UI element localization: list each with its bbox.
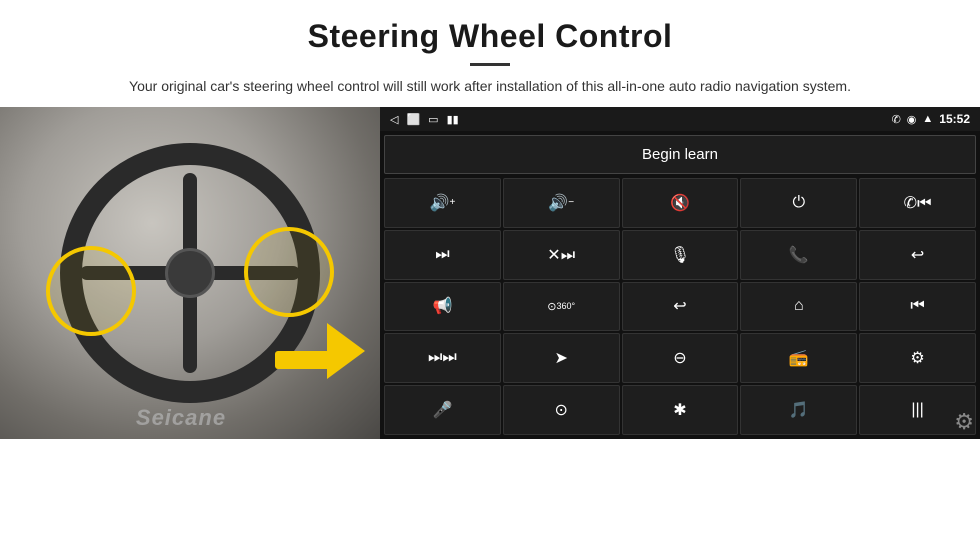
button-group-left-highlight: [46, 246, 136, 336]
arrow-body: [275, 351, 335, 369]
prev-track-button[interactable]: ⏮: [859, 282, 976, 332]
home-button[interactable]: ⌂: [740, 282, 857, 332]
equalizer-button[interactable]: ⚙: [859, 333, 976, 383]
nav-button[interactable]: ➤: [503, 333, 620, 383]
phone-status-icon: ✆: [892, 113, 901, 126]
arrow-head: [327, 323, 365, 379]
vol-down-button[interactable]: 🔊−: [503, 178, 620, 228]
sw-center-hub: [165, 248, 215, 298]
title-divider: [470, 63, 510, 66]
steering-wheel-image: Seicane: [0, 107, 380, 439]
camera-button[interactable]: ⊙: [503, 385, 620, 435]
subtitle: Your original car's steering wheel contr…: [80, 76, 900, 97]
signal-indicator: ▮▮: [447, 113, 459, 126]
bluetooth-button[interactable]: ✱: [622, 385, 739, 435]
grid-row-5: 🎤 ⊙ ✱ 🎵 |||: [384, 385, 976, 435]
screen-content-area: Begin learn 🔊+ 🔊− 🔇 ⏻ ✆⏮ ⏭ ✕⏭ 🎙: [380, 131, 980, 439]
grid-row-4: ⏭⏭ ➤ ⊖ 📻 ⚙: [384, 333, 976, 383]
voice-button[interactable]: 🎤: [384, 385, 501, 435]
header-section: Steering Wheel Control Your original car…: [0, 0, 980, 107]
skip-fwd-button[interactable]: ✕⏭: [503, 230, 620, 280]
power-button[interactable]: ⏻: [740, 178, 857, 228]
call-button[interactable]: 📞: [740, 230, 857, 280]
page-wrapper: Steering Wheel Control Your original car…: [0, 0, 980, 548]
status-bar: ◁ ⬜ ▭ ▮▮ ✆ ◉ ▲ 15:52: [380, 107, 980, 131]
direction-arrow: [275, 324, 365, 379]
grid-row-3: 📢 ⊙360° ↩ ⌂ ⏮: [384, 282, 976, 332]
page-title: Steering Wheel Control: [40, 18, 940, 55]
wifi-status-icon: ▲: [922, 113, 933, 125]
status-bar-right: ✆ ◉ ▲ 15:52: [892, 112, 970, 126]
status-bar-left: ◁ ⬜ ▭ ▮▮: [390, 113, 459, 126]
vol-up-button[interactable]: 🔊+: [384, 178, 501, 228]
recent-nav-icon[interactable]: ▭: [428, 113, 438, 126]
screen-content: Begin learn 🔊+ 🔊− 🔇 ⏻ ✆⏮ ⏭ ✕⏭ 🎙: [380, 131, 980, 439]
hang-up-button[interactable]: ↩: [859, 230, 976, 280]
back-nav-icon[interactable]: ◁: [390, 113, 398, 126]
location-status-icon: ◉: [907, 113, 917, 126]
music-button[interactable]: 🎵: [740, 385, 857, 435]
radio-button[interactable]: 📻: [740, 333, 857, 383]
horn-button[interactable]: 📢: [384, 282, 501, 332]
home-nav-icon[interactable]: ⬜: [406, 113, 420, 126]
next-track-button[interactable]: ⏭: [384, 230, 501, 280]
settings-gear-icon[interactable]: ⚙: [954, 409, 974, 435]
360-button[interactable]: ⊙360°: [503, 282, 620, 332]
mute-button[interactable]: 🔇: [622, 178, 739, 228]
fast-fwd-button[interactable]: ⏭⏭: [384, 333, 501, 383]
android-screen: ◁ ⬜ ▭ ▮▮ ✆ ◉ ▲ 15:52 Begin learn: [380, 107, 980, 439]
content-row: Seicane ◁ ⬜ ▭ ▮▮ ✆ ◉ ▲ 15:52: [0, 107, 980, 548]
call-prev-button[interactable]: ✆⏮: [859, 178, 976, 228]
grid-row-2: ⏭ ✕⏭ 🎙 📞 ↩: [384, 230, 976, 280]
back-button[interactable]: ↩: [622, 282, 739, 332]
begin-learn-button[interactable]: Begin learn: [384, 135, 976, 174]
grid-row-1: 🔊+ 🔊− 🔇 ⏻ ✆⏮: [384, 178, 976, 228]
watermark: Seicane: [136, 405, 226, 431]
button-group-right-highlight: [244, 227, 334, 317]
mic-button[interactable]: 🎙: [622, 230, 739, 280]
source-button[interactable]: ⊖: [622, 333, 739, 383]
status-time: 15:52: [939, 112, 970, 126]
